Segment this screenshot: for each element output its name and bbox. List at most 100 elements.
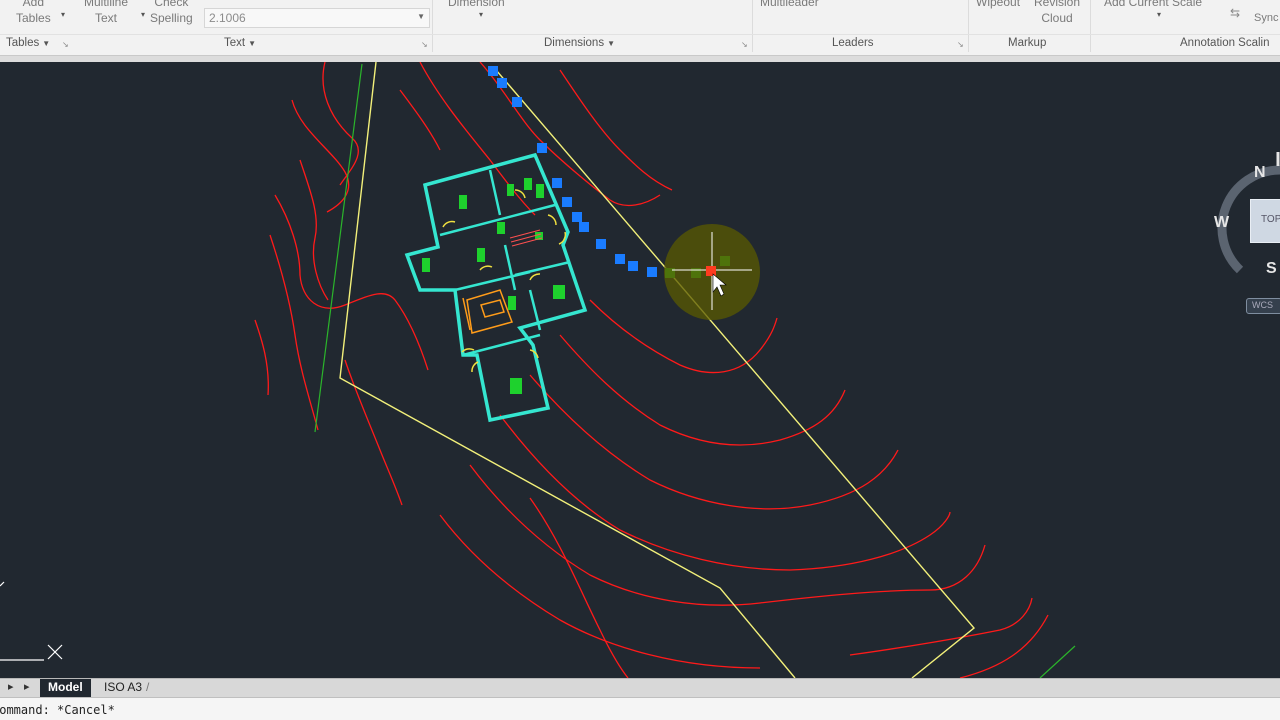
add-current-scale-button[interactable]: Add Current Scale (1104, 0, 1202, 10)
grip (628, 261, 638, 271)
grip (596, 239, 606, 249)
chevron-down-icon: ▼ (607, 39, 615, 48)
drawing-svg (0, 62, 1076, 678)
fixture (508, 296, 516, 310)
tab-iso-a3[interactable]: ISO A3 (96, 679, 150, 698)
multiline-text-label-2: Text (95, 11, 118, 25)
fixture (536, 184, 544, 198)
panel-leaders[interactable]: Leaders (832, 37, 874, 49)
tab-model[interactable]: Model (40, 679, 91, 698)
contour-line (559, 69, 673, 191)
boundary-line (495, 69, 976, 678)
panel-text[interactable]: Text ▼ (224, 37, 256, 49)
dialog-launcher-icon[interactable]: ↘ (741, 40, 748, 49)
check-spelling-button[interactable]: Check Spelling (150, 0, 193, 26)
text-height-value: 2.1006 (209, 11, 246, 25)
tab-scroll-end-icon[interactable]: ▸ (24, 680, 30, 693)
chevron-down-icon: ▼ (248, 39, 257, 48)
panel-annotation-scaling[interactable]: Annotation Scalin (1180, 37, 1270, 49)
text-height-combo[interactable]: 2.1006 ▼ (204, 8, 430, 28)
chevron-down-icon[interactable]: ▼ (417, 12, 425, 21)
panel-dimensions[interactable]: Dimensions ▼ (544, 37, 615, 49)
grip (512, 97, 522, 107)
layout-tab-bar: ▸ ▸ Model ISO A3 / (0, 678, 1280, 698)
fixture (524, 178, 532, 190)
contour-line (439, 514, 761, 669)
viewcube-top-label: TOP (1261, 214, 1280, 225)
grip (615, 254, 625, 264)
viewcube[interactable]: N W S TOP WCS (1200, 152, 1280, 322)
grid-line (1039, 645, 1076, 678)
contour-line (589, 299, 778, 374)
revision-cloud-button[interactable]: Revision Cloud (1034, 0, 1080, 26)
fixture (459, 195, 467, 209)
chevron-down-icon[interactable]: ▾ (479, 10, 483, 19)
grip (647, 267, 657, 277)
door-swing (547, 214, 557, 226)
wcs-menu[interactable]: WCS (1246, 298, 1280, 314)
wipeout-button[interactable]: Wipeout (976, 0, 1020, 10)
ucs-icon (0, 581, 63, 661)
contour-line (529, 497, 629, 678)
ribbon-panel-title-bar (0, 34, 1280, 52)
sync-button[interactable]: Sync (1254, 10, 1278, 26)
panel-tables[interactable]: Tables ▼ (6, 37, 50, 49)
panel-tables-label: Tables (6, 37, 40, 49)
fixture (422, 258, 430, 272)
sync-scales-icon[interactable]: ⇆ (1230, 6, 1240, 20)
compass-north[interactable]: N (1254, 164, 1266, 182)
grid-lines (314, 63, 1076, 678)
grip (572, 212, 582, 222)
multileader-button[interactable]: Multileader (760, 0, 819, 10)
chevron-down-icon[interactable]: ▾ (1157, 10, 1161, 19)
tab-divider: / (146, 680, 150, 694)
panel-markup[interactable]: Markup (1008, 37, 1046, 49)
grip (562, 197, 572, 207)
contour-line (419, 62, 536, 216)
fixture (497, 222, 505, 234)
compass-south[interactable]: S (1266, 260, 1277, 278)
contour-line (959, 614, 1049, 678)
stair (466, 289, 513, 334)
grip (488, 66, 498, 76)
chevron-down-icon[interactable]: ▾ (61, 10, 65, 19)
contour-line (399, 89, 441, 151)
drawing-canvas[interactable]: N W S TOP WCS (0, 62, 1280, 678)
door-swing (442, 220, 456, 228)
tab-scroll-right-icon[interactable]: ▸ (8, 680, 14, 693)
grip (497, 78, 507, 88)
command-line[interactable]: Command: *Cancel* (0, 697, 1280, 720)
dialog-launcher-icon[interactable]: ↘ (62, 40, 69, 49)
contour-line (849, 597, 1033, 656)
contour-line (469, 464, 986, 606)
crosshair-cursor (664, 224, 760, 320)
dialog-launcher-icon[interactable]: ↘ (957, 40, 964, 49)
building-floor-plan (404, 152, 588, 423)
add-tables-button[interactable]: Add Tables (16, 0, 51, 26)
wcs-label: WCS (1252, 300, 1273, 310)
fixture (510, 378, 522, 394)
grip (552, 178, 562, 188)
dialog-launcher-icon[interactable]: ↘ (421, 40, 428, 49)
fixture (507, 184, 514, 196)
ribbon: Add Tables ▾ Multiline Text ▾ Check Spel… (0, 0, 1280, 56)
interior-wall (454, 270, 531, 292)
panel-text-label: Text (224, 37, 246, 49)
contour-line (291, 99, 350, 213)
fixture (553, 285, 565, 299)
check-spelling-label-1: Check (154, 0, 189, 9)
viewcube-top-face[interactable]: TOP (1250, 199, 1280, 243)
contour-line (254, 319, 269, 396)
dimension-button[interactable]: Dimension (448, 0, 505, 10)
command-history-text: Command: *Cancel* (0, 703, 115, 717)
property-boundary (339, 62, 976, 678)
contour-lines (254, 62, 1049, 678)
chevron-down-icon[interactable]: ▾ (141, 10, 145, 19)
autocad-window: Add Tables ▾ Multiline Text ▾ Check Spel… (0, 0, 1280, 720)
door-swing (479, 265, 493, 271)
compass-west[interactable]: W (1214, 214, 1229, 232)
add-tables-label-1: Add (22, 0, 45, 9)
stair (480, 299, 505, 318)
contour-line (269, 234, 319, 431)
multiline-text-button[interactable]: Multiline Text (84, 0, 128, 26)
